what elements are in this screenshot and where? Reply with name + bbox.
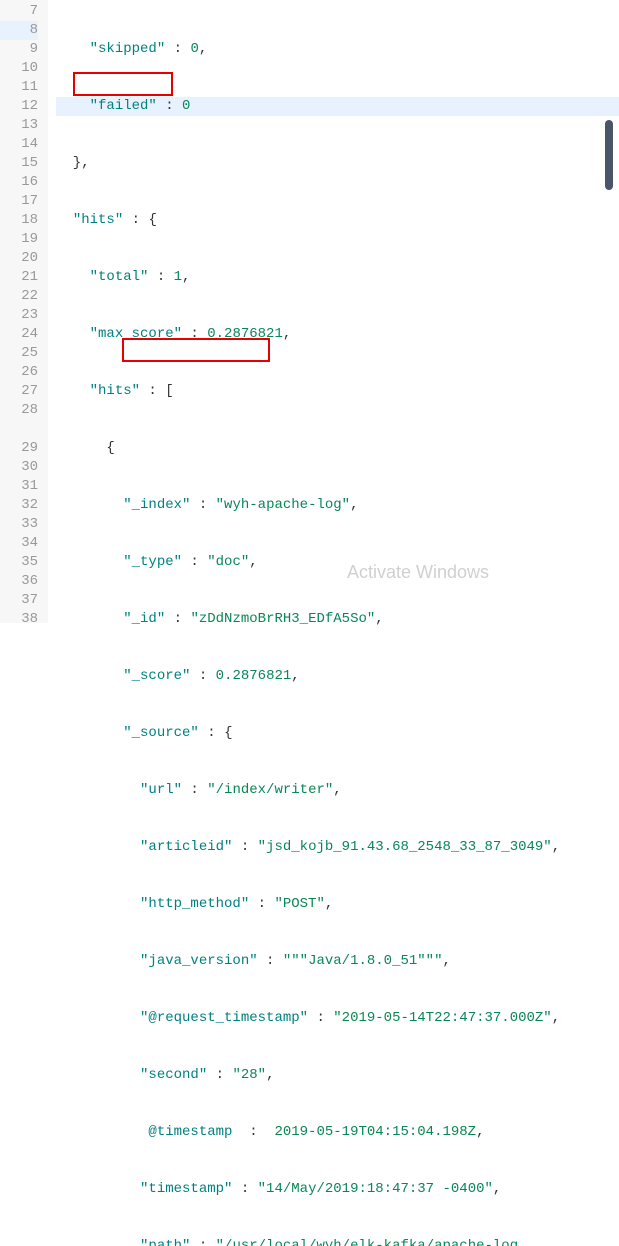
code-line[interactable]: "_score" : 0.2876821,: [56, 667, 619, 686]
line-number[interactable]: 15: [0, 154, 38, 173]
line-number[interactable]: ▾37: [0, 591, 38, 610]
line-number[interactable]: 23: [0, 306, 38, 325]
line-number[interactable]: ▾13: [0, 116, 38, 135]
line-number[interactable]: ▾14: [0, 135, 38, 154]
line-number[interactable]: 24: [0, 325, 38, 344]
code-line[interactable]: "_id" : "zDdNzmoBrRH3_EDfA5So",: [56, 610, 619, 629]
line-number[interactable]: ▾10: [0, 59, 38, 78]
line-number[interactable]: 30: [0, 458, 38, 477]
code-line[interactable]: "timestamp" : "14/May/2019:18:47:37 -040…: [56, 1180, 619, 1199]
line-number[interactable]: 22: [0, 287, 38, 306]
line-number[interactable]: 16: [0, 173, 38, 192]
code-line[interactable]: {: [56, 439, 619, 458]
line-number[interactable]: 31: [0, 477, 38, 496]
line-number[interactable]: 33: [0, 515, 38, 534]
line-number[interactable]: 27: [0, 382, 38, 401]
code-line[interactable]: },: [56, 154, 619, 173]
code-line[interactable]: "failed" : 0: [56, 97, 619, 116]
line-number[interactable]: ▾19: [0, 230, 38, 249]
code-line[interactable]: "hits" : [: [56, 382, 619, 401]
line-number[interactable]: 9: [0, 40, 38, 59]
line-number[interactable]: 8: [0, 21, 38, 40]
code-line[interactable]: "articleid" : "jsd_kojb_91.43.68_2548_33…: [56, 838, 619, 857]
code-line[interactable]: "java_version" : """Java/1.8.0_51""",: [56, 952, 619, 971]
code-line[interactable]: "total" : 1,: [56, 268, 619, 287]
code-line[interactable]: "_index" : "wyh-apache-log",: [56, 496, 619, 515]
line-number[interactable]: 11: [0, 78, 38, 97]
line-number[interactable]: 35: [0, 553, 38, 572]
line-number[interactable]: 20: [0, 249, 38, 268]
code-line[interactable]: "max_score" : 0.2876821,: [56, 325, 619, 344]
code-line[interactable]: "path" : "/usr/local/wyh/elk-kafka/apach…: [56, 1237, 619, 1246]
code-line[interactable]: "hits" : {: [56, 211, 619, 230]
scrollbar-track[interactable]: [605, 0, 615, 623]
code-line[interactable]: "@request_timestamp" : "2019-05-14T22:47…: [56, 1009, 619, 1028]
code-line[interactable]: "url" : "/index/writer",: [56, 781, 619, 800]
line-number[interactable]: 17: [0, 192, 38, 211]
code-editor: 7 8 9 ▾10 11 12 ▾13 ▾14 15 16 17 18 ▾19 …: [0, 0, 619, 623]
line-number[interactable]: 21: [0, 268, 38, 287]
code-content[interactable]: "skipped" : 0, "failed" : 0 }, "hits" : …: [48, 0, 619, 623]
code-line[interactable]: "_source" : {: [56, 724, 619, 743]
highlight-box-total: [73, 72, 173, 96]
code-line[interactable]: @timestamp : 2019-05-19T04:15:04.198Z,: [56, 1123, 619, 1142]
line-number[interactable]: 28: [0, 401, 38, 420]
scrollbar-thumb[interactable]: [605, 120, 613, 190]
line-number[interactable]: 12: [0, 97, 38, 116]
code-line[interactable]: "skipped" : 0,: [56, 40, 619, 59]
line-number[interactable]: 29: [0, 439, 38, 458]
line-number[interactable]: 7: [0, 2, 38, 21]
line-number[interactable]: 26: [0, 363, 38, 382]
line-number[interactable]: 34: [0, 534, 38, 553]
line-number[interactable]: [0, 420, 38, 439]
line-number[interactable]: 36: [0, 572, 38, 591]
line-number[interactable]: 18: [0, 211, 38, 230]
code-line[interactable]: "second" : "28",: [56, 1066, 619, 1085]
line-number[interactable]: 25: [0, 344, 38, 363]
line-number[interactable]: 32: [0, 496, 38, 515]
line-number-gutter[interactable]: 7 8 9 ▾10 11 12 ▾13 ▾14 15 16 17 18 ▾19 …: [0, 0, 48, 623]
code-line[interactable]: "_type" : "doc",: [56, 553, 619, 572]
line-number[interactable]: ▾38: [0, 610, 38, 629]
code-line[interactable]: "http_method" : "POST",: [56, 895, 619, 914]
